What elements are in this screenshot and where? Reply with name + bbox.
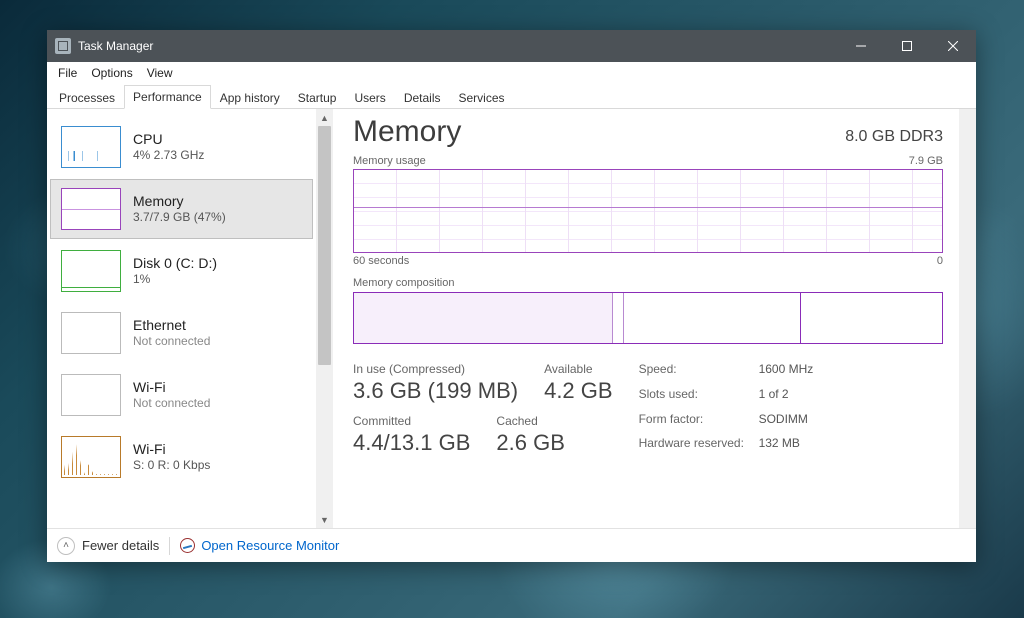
open-resource-monitor-link[interactable]: Open Resource Monitor	[180, 538, 339, 553]
wifi-thumb-icon	[61, 374, 121, 416]
main-scrollbar[interactable]	[959, 109, 976, 528]
tab-performance[interactable]: Performance	[124, 85, 211, 109]
hwres-value: 132 MB	[759, 436, 814, 456]
comp-seg-free	[801, 293, 942, 343]
menubar: File Options View	[47, 62, 976, 84]
scroll-up-icon[interactable]: ▲	[316, 109, 333, 126]
hwres-key: Hardware reserved:	[639, 436, 759, 456]
available-label: Available	[544, 362, 612, 376]
page-title: Memory	[353, 115, 461, 149]
slots-value: 1 of 2	[759, 387, 814, 407]
divider	[169, 537, 170, 555]
form-key: Form factor:	[639, 412, 759, 432]
axis-left: 60 seconds	[353, 255, 409, 267]
scroll-down-icon[interactable]: ▼	[316, 511, 333, 528]
memory-thumb-icon	[61, 188, 121, 230]
sidebar-item-label: Ethernet	[133, 317, 210, 335]
composition-label: Memory composition	[353, 277, 943, 289]
usage-chart-label: Memory usage	[353, 155, 426, 167]
disk-thumb-icon	[61, 250, 121, 292]
speed-key: Speed:	[639, 362, 759, 382]
window-title: Task Manager	[78, 39, 153, 53]
fewer-details-label: Fewer details	[82, 538, 159, 553]
sidebar-item-disk0[interactable]: Disk 0 (C: D:) 1%	[50, 241, 313, 301]
sidebar-scrollbar[interactable]: ▲ ▼	[316, 109, 333, 528]
maximize-button[interactable]	[884, 30, 930, 62]
axis-right: 0	[937, 255, 943, 267]
form-value: SODIMM	[759, 412, 814, 432]
window-controls	[838, 30, 976, 62]
tab-services[interactable]: Services	[450, 86, 514, 109]
menu-options[interactable]: Options	[84, 63, 139, 83]
sidebar-item-label: Memory	[133, 193, 226, 211]
menu-file[interactable]: File	[51, 63, 84, 83]
cpu-thumb-icon	[61, 126, 121, 168]
memory-composition-chart	[353, 292, 943, 344]
resource-monitor-label: Open Resource Monitor	[201, 538, 339, 553]
minimize-button[interactable]	[838, 30, 884, 62]
committed-value: 4.4/13.1 GB	[353, 430, 470, 456]
sidebar-item-label: Wi-Fi	[133, 379, 210, 397]
tab-details[interactable]: Details	[395, 86, 450, 109]
memory-capacity: 8.0 GB DDR3	[845, 128, 943, 146]
sidebar-item-sub: Not connected	[133, 396, 210, 411]
available-value: 4.2 GB	[544, 378, 612, 404]
chevron-up-icon: ˄	[57, 537, 75, 555]
committed-label: Committed	[353, 414, 470, 428]
app-icon	[55, 38, 71, 54]
inuse-label: In use (Compressed)	[353, 362, 518, 376]
scroll-thumb[interactable]	[318, 126, 331, 365]
speed-value: 1600 MHz	[759, 362, 814, 382]
sidebar-item-label: Wi-Fi	[133, 441, 210, 459]
sidebar-item-label: CPU	[133, 131, 204, 149]
menu-view[interactable]: View	[140, 63, 180, 83]
task-manager-window: Task Manager File Options View Processes…	[47, 30, 976, 562]
cached-value: 2.6 GB	[496, 430, 564, 456]
slots-key: Slots used:	[639, 387, 759, 407]
memory-spec-table: Speed:1600 MHz Slots used:1 of 2 Form fa…	[639, 362, 814, 456]
sidebar-item-wifi-1[interactable]: Wi-Fi Not connected	[50, 365, 313, 425]
sidebar-item-ethernet[interactable]: Ethernet Not connected	[50, 303, 313, 363]
tab-app-history[interactable]: App history	[211, 86, 289, 109]
sidebar-item-label: Disk 0 (C: D:)	[133, 255, 217, 273]
tab-users[interactable]: Users	[345, 86, 394, 109]
ethernet-thumb-icon	[61, 312, 121, 354]
inuse-value: 3.6 GB (199 MB)	[353, 378, 518, 404]
titlebar[interactable]: Task Manager	[47, 30, 976, 62]
tab-processes[interactable]: Processes	[50, 86, 124, 109]
sidebar-item-sub: 3.7/7.9 GB (47%)	[133, 210, 226, 225]
sidebar-item-sub: 1%	[133, 272, 217, 287]
comp-seg-inuse	[354, 293, 613, 343]
sidebar-item-wifi-2[interactable]: Wi-Fi S: 0 R: 0 Kbps	[50, 427, 313, 487]
sidebar-item-cpu[interactable]: CPU 4% 2.73 GHz	[50, 117, 313, 177]
close-button[interactable]	[930, 30, 976, 62]
sidebar-item-sub: 4% 2.73 GHz	[133, 148, 204, 163]
sidebar: CPU 4% 2.73 GHz Memory 3.7/7.9 GB (47%) …	[47, 109, 316, 528]
tabstrip: Processes Performance App history Startu…	[47, 84, 976, 109]
sidebar-item-sub: S: 0 R: 0 Kbps	[133, 458, 210, 473]
fewer-details-button[interactable]: ˄ Fewer details	[57, 537, 159, 555]
detail-pane: Memory 8.0 GB DDR3 Memory usage 7.9 GB 6…	[333, 109, 959, 528]
usage-chart-max: 7.9 GB	[909, 155, 943, 167]
cached-label: Cached	[496, 414, 564, 428]
comp-seg-standby	[624, 293, 800, 343]
sidebar-item-sub: Not connected	[133, 334, 210, 349]
comp-seg-modified	[613, 293, 625, 343]
sidebar-item-memory[interactable]: Memory 3.7/7.9 GB (47%)	[50, 179, 313, 239]
wifi-thumb-icon	[61, 436, 121, 478]
memory-usage-chart	[353, 169, 943, 253]
footer: ˄ Fewer details Open Resource Monitor	[47, 528, 976, 562]
tab-startup[interactable]: Startup	[289, 86, 346, 109]
resource-monitor-icon	[180, 538, 195, 553]
